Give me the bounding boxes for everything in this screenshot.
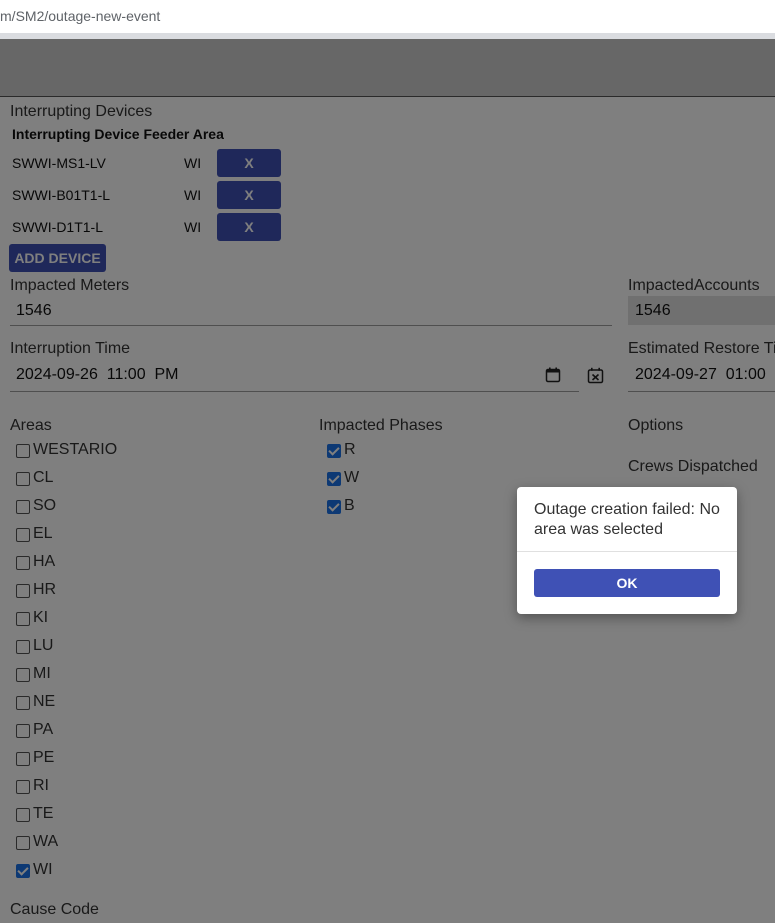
address-bar[interactable]: m/SM2/outage-new-event bbox=[0, 0, 775, 34]
modal-backdrop[interactable] bbox=[0, 39, 775, 923]
url-text[interactable]: m/SM2/outage-new-event bbox=[0, 8, 160, 24]
url-path: SM2/outage-new-event bbox=[15, 8, 161, 24]
dialog-message: Outage creation failed: No area was sele… bbox=[534, 501, 720, 538]
dialog-divider bbox=[517, 551, 737, 552]
ok-button[interactable]: OK bbox=[534, 569, 720, 597]
url-prefix: m/ bbox=[0, 8, 16, 24]
error-dialog: Outage creation failed: No area was sele… bbox=[517, 487, 737, 614]
